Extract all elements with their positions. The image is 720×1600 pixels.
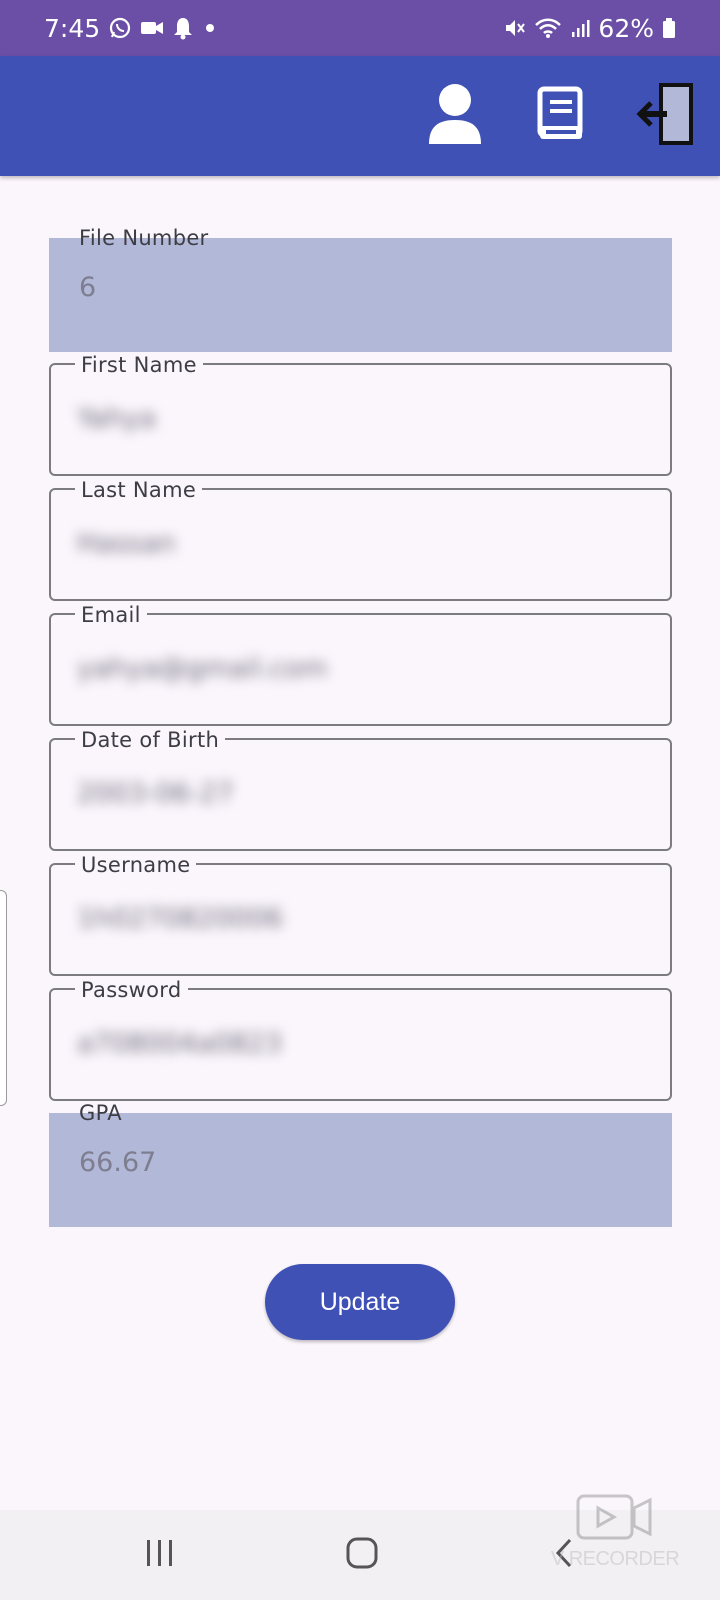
email-value: yahya@gmail.com: [77, 653, 328, 684]
last-name-value: Hassan: [77, 528, 176, 559]
book-icon: [536, 86, 586, 146]
logout-button[interactable]: [630, 81, 700, 151]
email-label: Email: [75, 603, 147, 627]
home-button[interactable]: [332, 1530, 392, 1580]
dot-icon: [202, 20, 218, 36]
gpa-label: GPA: [79, 1101, 122, 1125]
gpa-value: 66.67: [79, 1147, 157, 1178]
password-field[interactable]: Password a708004a0823: [49, 978, 672, 1101]
first-name-label: First Name: [75, 353, 203, 377]
password-value: a708004a0823: [77, 1028, 282, 1059]
first-name-field[interactable]: First Name Yahya: [49, 353, 672, 476]
status-bar: 7:45 62%: [0, 0, 720, 56]
status-right: 62%: [504, 14, 676, 43]
email-field[interactable]: Email yahya@gmail.com: [49, 603, 672, 726]
recents-button[interactable]: [130, 1530, 190, 1580]
last-name-field[interactable]: Last Name Hassan: [49, 478, 672, 601]
wifi-icon: [534, 17, 562, 39]
person-icon: [427, 82, 483, 150]
gpa-field: GPA 66.67: [49, 1101, 672, 1227]
date-of-birth-value: 2003-06-27: [77, 778, 234, 809]
mute-icon: [504, 17, 526, 39]
edge-panel-handle[interactable]: [0, 890, 7, 1106]
username-label: Username: [75, 853, 197, 877]
username-field[interactable]: Username 1h0270820006: [49, 853, 672, 976]
username-value: 1h0270820006: [77, 903, 284, 934]
file-number-field: File Number 6: [49, 226, 672, 352]
date-of-birth-field[interactable]: Date of Birth 2003-06-27: [49, 728, 672, 851]
recents-icon: [143, 1538, 177, 1572]
app-bar: [0, 56, 720, 176]
whatsapp-icon: [108, 16, 132, 40]
home-icon: [345, 1536, 379, 1574]
file-number-label: File Number: [79, 226, 209, 250]
watermark-text: V RECORDER: [550, 1548, 680, 1570]
courses-button[interactable]: [526, 81, 596, 151]
file-number-value: 6: [79, 272, 97, 303]
last-name-label: Last Name: [75, 478, 203, 502]
video-icon: [140, 18, 164, 38]
battery-percent: 62%: [598, 13, 654, 43]
date-of-birth-label: Date of Birth: [75, 728, 226, 752]
recorder-watermark: V RECORDER: [540, 1490, 690, 1580]
notification-bell-icon: [172, 16, 194, 40]
logout-icon: [635, 82, 695, 150]
profile-button[interactable]: [420, 81, 490, 151]
password-label: Password: [75, 978, 188, 1002]
battery-icon: [662, 17, 676, 39]
clock: 7:45: [44, 13, 101, 43]
signal-icon: [570, 18, 590, 38]
update-button[interactable]: Update: [265, 1264, 455, 1340]
first-name-value: Yahya: [77, 403, 156, 434]
status-left: 7:45: [44, 14, 218, 43]
